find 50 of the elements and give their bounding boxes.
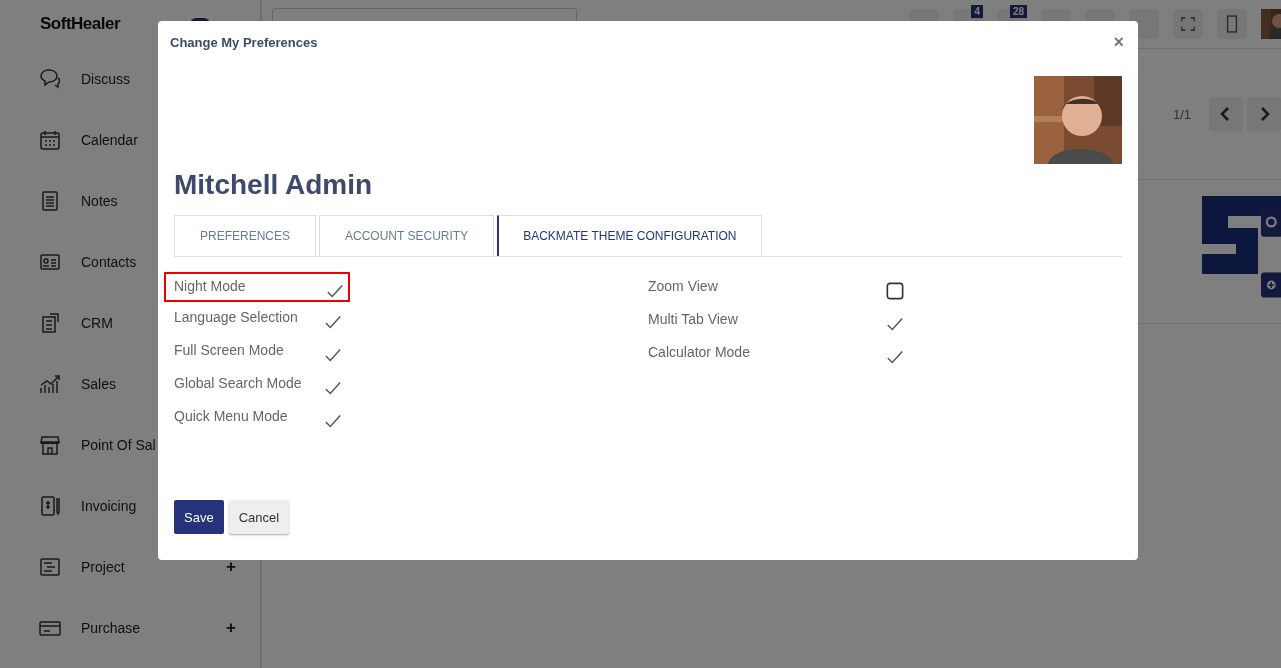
tab[interactable]: ACCOUNT SECURITY	[319, 215, 495, 256]
menu-item[interactable]: Calendar	[0, 109, 260, 170]
setting-label: Quick Menu Mode	[174, 407, 288, 424]
next-button[interactable]	[1247, 97, 1281, 131]
checkmark-icon[interactable]	[886, 315, 904, 333]
tab[interactable]: PREFERENCES	[174, 215, 317, 256]
menu-label: Calendar	[81, 131, 138, 148]
setting-label: Night Mode	[174, 277, 246, 294]
setting-label: Multi Tab View	[648, 310, 738, 327]
save-button[interactable]: Save	[174, 500, 224, 534]
brand-logo: SoftHealer	[40, 14, 121, 34]
cancel-button[interactable]: Cancel	[228, 500, 290, 534]
setting-label: Global Search Mode	[174, 374, 302, 391]
menu-label: Discuss	[81, 70, 130, 87]
checkmark-icon[interactable]	[324, 313, 342, 331]
checkmark-icon[interactable]	[324, 379, 342, 397]
expand-icon[interactable]: +	[226, 617, 236, 638]
menu-label: Notes	[81, 192, 118, 209]
setting-label: Full Screen Mode	[174, 341, 284, 358]
checkmark-icon[interactable]	[326, 282, 344, 300]
expand-icon[interactable]: +	[226, 556, 236, 577]
dialog-title: Change My Preferences	[170, 34, 318, 50]
menu-label: CRM	[81, 314, 113, 331]
menu-label: Point Of Sal	[81, 436, 156, 453]
menu-label: Project	[81, 558, 125, 575]
chat-icon	[38, 66, 62, 91]
checkmark-icon[interactable]	[886, 348, 904, 366]
checkbox[interactable]	[886, 282, 904, 300]
checkmark-icon[interactable]	[324, 346, 342, 364]
close-button[interactable]: ×	[1111, 33, 1126, 51]
setting-label: Calculator Mode	[648, 343, 750, 360]
menu-label: Contacts	[81, 253, 137, 270]
tab[interactable]: BACKMATE THEME CONFIGURATION	[497, 215, 762, 256]
previous-button[interactable]	[1209, 97, 1243, 131]
checkmark-icon[interactable]	[324, 412, 342, 430]
focused-setting-row[interactable]: Night Mode	[164, 272, 350, 302]
menu-item[interactable]: Project +	[0, 536, 260, 597]
setting-label: Zoom View	[648, 277, 718, 294]
menu-label: Invoicing	[81, 497, 137, 514]
fullscreen-icon[interactable]	[1173, 9, 1203, 39]
notification-count: 4	[971, 5, 983, 18]
menu-item[interactable]: Purchase +	[0, 597, 260, 658]
building-icon[interactable]	[1217, 9, 1247, 39]
user-name: Mitchell Admin	[174, 169, 374, 201]
notification-count: 28	[1009, 5, 1027, 18]
pager-value: 1/1	[1172, 106, 1191, 122]
invoice-icon	[38, 493, 62, 518]
menu-label: Sales	[81, 375, 117, 392]
setting-label: Language Selection	[174, 308, 298, 325]
menu-label: Purchase	[81, 619, 141, 636]
